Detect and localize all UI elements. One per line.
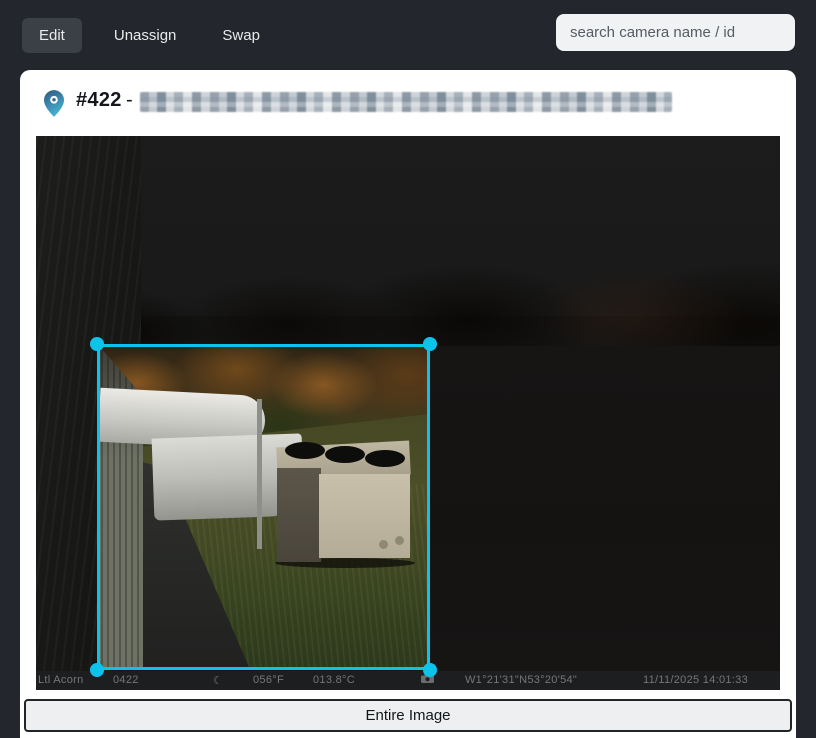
unassign-button[interactable]: Unassign	[100, 18, 191, 53]
location-pin-icon	[44, 90, 64, 117]
camera-name-redacted	[140, 92, 672, 112]
crop-handle-bottom-right[interactable]	[423, 663, 437, 677]
camera-title-row: #422 -	[20, 70, 796, 136]
osd-datetime: 11/11/2025 14:01:33	[643, 674, 748, 686]
osd-gps: W1°21'31"N53°20'54"	[465, 674, 577, 686]
crop-handle-top-right[interactable]	[423, 337, 437, 351]
crop-selection-rect[interactable]	[97, 344, 430, 670]
osd-temp-fahrenheit: 056°F	[253, 674, 284, 686]
crop-handle-top-left[interactable]	[90, 337, 104, 351]
osd-temp-celsius: 013.8°C	[313, 674, 355, 686]
camera-photo-canvas[interactable]: Ltl Acorn 0422 ☾ 056°F 013.8°C W1°21'31"…	[36, 136, 780, 690]
toolbar: Edit Unassign Swap	[0, 0, 816, 70]
swap-button[interactable]: Swap	[208, 18, 274, 53]
edit-button[interactable]: Edit	[22, 18, 82, 53]
title-separator: -	[126, 89, 133, 112]
camera-id: #422	[76, 89, 122, 112]
crop-handle-bottom-left[interactable]	[90, 663, 104, 677]
osd-strip: Ltl Acorn 0422 ☾ 056°F 013.8°C W1°21'31"…	[36, 671, 780, 690]
crescent-moon-icon: ☾	[213, 674, 223, 687]
osd-brand: Ltl Acorn	[38, 674, 84, 686]
search-container	[556, 14, 795, 51]
search-input[interactable]	[556, 14, 795, 51]
entire-image-button[interactable]: Entire Image	[24, 699, 792, 732]
osd-camera-number: 0422	[113, 674, 139, 686]
camera-card: #422 -	[20, 70, 796, 738]
